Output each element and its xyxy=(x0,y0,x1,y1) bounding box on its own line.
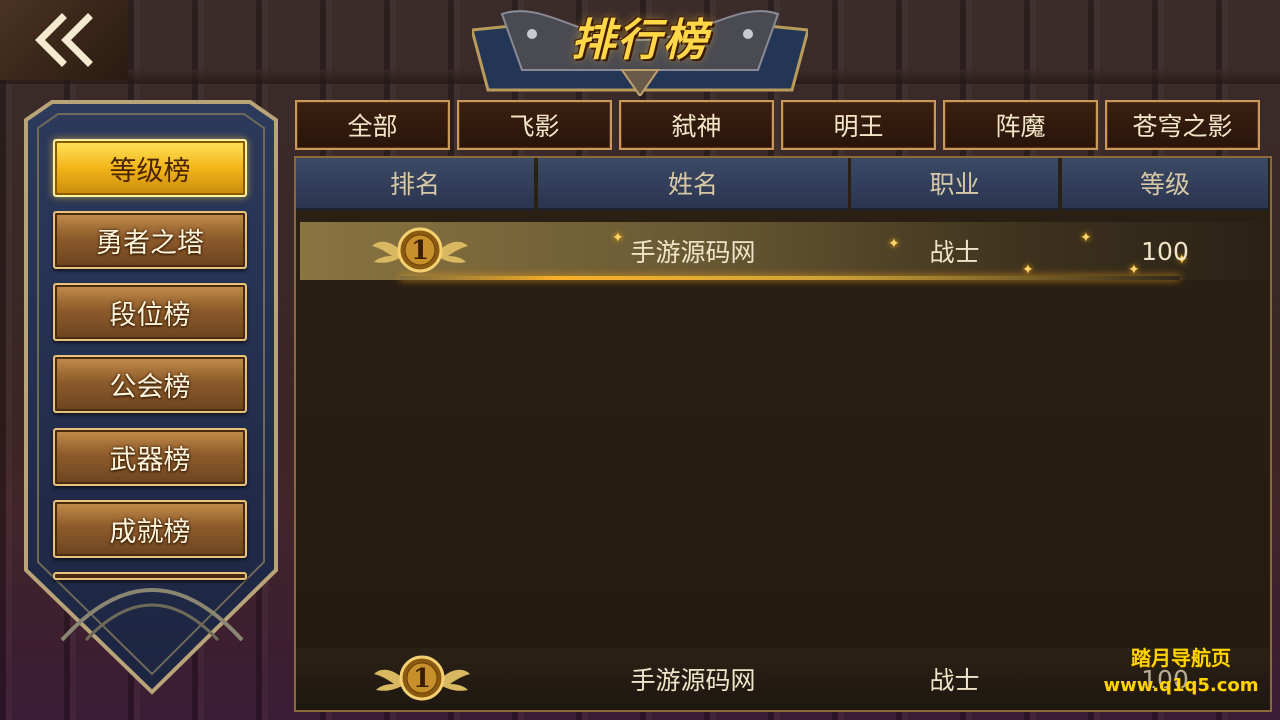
player-level: 100 xyxy=(1141,236,1189,266)
back-button[interactable] xyxy=(0,0,128,80)
side-menu-level-rank[interactable]: 等级榜 xyxy=(53,139,247,197)
side-menu-guild-rank[interactable]: 公会榜 xyxy=(53,355,247,413)
tab-all[interactable]: 全部 xyxy=(295,100,450,150)
tab-cangqiong[interactable]: 苍穹之影 xyxy=(1105,100,1260,150)
rank-number: 1 xyxy=(410,236,430,266)
tab-zhenmo[interactable]: 阵魔 xyxy=(943,100,1098,150)
column-header-class: 职业 xyxy=(851,158,1058,210)
my-rank-number: 1 xyxy=(412,664,432,694)
side-menu-weapon-rank[interactable]: 武器榜 xyxy=(53,428,247,486)
column-header-name: 姓名 xyxy=(538,158,848,210)
title-banner: 排行榜 xyxy=(472,0,808,96)
side-menu-achievement-rank[interactable]: 成就榜 xyxy=(53,500,247,558)
my-class: 战士 xyxy=(929,666,980,695)
page-title: 排行榜 xyxy=(571,15,709,66)
side-menu-hero-tower[interactable]: 勇者之塔 xyxy=(53,211,247,269)
side-menu-next-item-partial[interactable] xyxy=(53,572,247,580)
side-menu-tier-rank[interactable]: 段位榜 xyxy=(53,283,247,341)
watermark: 踏月导航页 www.q1q5.com xyxy=(1096,644,1266,700)
tab-shishen[interactable]: 弑神 xyxy=(619,100,774,150)
tab-mingwang[interactable]: 明王 xyxy=(781,100,936,150)
watermark-url: www.q1q5.com xyxy=(1103,675,1259,696)
player-name: 手游源码网 xyxy=(630,238,756,267)
player-class: 战士 xyxy=(929,238,980,267)
watermark-title: 踏月导航页 xyxy=(1131,646,1231,670)
column-header-rank: 排名 xyxy=(296,158,534,210)
column-header-level: 等级 xyxy=(1062,158,1268,210)
tab-feiying[interactable]: 飞影 xyxy=(457,100,612,150)
my-name: 手游源码网 xyxy=(630,666,756,695)
double-chevron-left-icon xyxy=(35,13,93,67)
